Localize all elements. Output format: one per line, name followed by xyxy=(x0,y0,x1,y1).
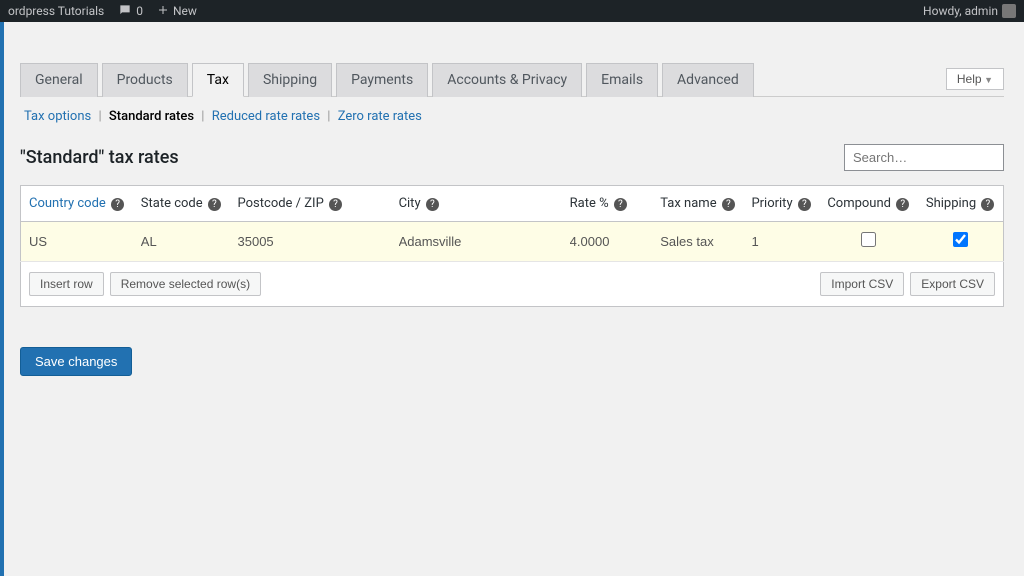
shipping-checkbox[interactable] xyxy=(953,232,968,247)
col-taxname: Tax name xyxy=(660,196,716,211)
avatar xyxy=(1002,4,1016,18)
subtab-reduced-rates[interactable]: Reduced rate rates xyxy=(208,109,324,124)
col-rate: Rate % xyxy=(570,196,609,211)
insert-row-button[interactable]: Insert row xyxy=(29,272,104,296)
import-csv-button[interactable]: Import CSV xyxy=(820,272,904,296)
export-csv-button[interactable]: Export CSV xyxy=(910,272,995,296)
tab-general[interactable]: General xyxy=(20,63,98,97)
city-input[interactable] xyxy=(399,234,539,249)
save-button[interactable]: Save changes xyxy=(20,347,132,376)
country-input[interactable] xyxy=(29,234,115,249)
rate-input[interactable] xyxy=(570,234,637,249)
admin-bar: ordpress Tutorials 0 New Howdy, admin xyxy=(0,0,1024,22)
table-row[interactable] xyxy=(21,222,1004,262)
search-input[interactable] xyxy=(844,144,1004,171)
adminbar-account[interactable]: Howdy, admin xyxy=(923,4,1016,18)
help-icon[interactable]: ? xyxy=(614,198,627,211)
help-icon[interactable]: ? xyxy=(426,198,439,211)
tab-advanced[interactable]: Advanced xyxy=(662,63,754,97)
settings-tabs: General Products Tax Shipping Payments A… xyxy=(20,62,1004,97)
help-button[interactable]: Help xyxy=(946,68,1004,90)
help-icon[interactable]: ? xyxy=(981,198,994,211)
help-icon[interactable]: ? xyxy=(329,198,342,211)
col-state: State code xyxy=(141,196,203,211)
postcode-input[interactable] xyxy=(238,234,369,249)
adminbar-new[interactable]: New xyxy=(157,4,197,19)
tab-products[interactable]: Products xyxy=(102,63,188,97)
tab-accounts-privacy[interactable]: Accounts & Privacy xyxy=(432,63,582,97)
help-icon[interactable]: ? xyxy=(798,198,811,211)
comment-icon xyxy=(118,3,132,20)
compound-checkbox[interactable] xyxy=(861,232,876,247)
subtab-tax-options[interactable]: Tax options xyxy=(20,109,95,124)
adminbar-site-link[interactable]: ordpress Tutorials xyxy=(8,4,104,18)
remove-row-button[interactable]: Remove selected row(s) xyxy=(110,272,261,296)
subtab-zero-rates[interactable]: Zero rate rates xyxy=(334,109,426,124)
tab-tax[interactable]: Tax xyxy=(192,63,244,97)
col-postcode: Postcode / ZIP xyxy=(238,196,324,211)
tax-rates-table: Country code ? State code ? Postcode / Z… xyxy=(20,185,1004,307)
col-country-sort[interactable]: Country code xyxy=(29,196,106,211)
state-input[interactable] xyxy=(141,234,214,249)
help-icon[interactable]: ? xyxy=(896,198,909,211)
help-icon[interactable]: ? xyxy=(722,198,735,211)
adminbar-comments[interactable]: 0 xyxy=(118,3,143,20)
col-compound: Compound xyxy=(827,196,891,211)
taxname-input[interactable] xyxy=(660,234,728,249)
col-shipping: Shipping xyxy=(926,196,976,211)
priority-input[interactable] xyxy=(751,234,805,249)
page-title: "Standard" tax rates xyxy=(20,147,179,168)
plus-icon xyxy=(157,4,169,19)
tab-shipping[interactable]: Shipping xyxy=(248,63,332,97)
tab-payments[interactable]: Payments xyxy=(336,63,428,97)
tab-emails[interactable]: Emails xyxy=(586,63,658,97)
col-city: City xyxy=(399,196,421,211)
help-icon[interactable]: ? xyxy=(111,198,124,211)
col-priority: Priority xyxy=(751,196,792,211)
subtab-standard-rates[interactable]: Standard rates xyxy=(105,109,198,124)
tax-subtabs: Tax options | Standard rates | Reduced r… xyxy=(20,109,1004,124)
help-icon[interactable]: ? xyxy=(208,198,221,211)
